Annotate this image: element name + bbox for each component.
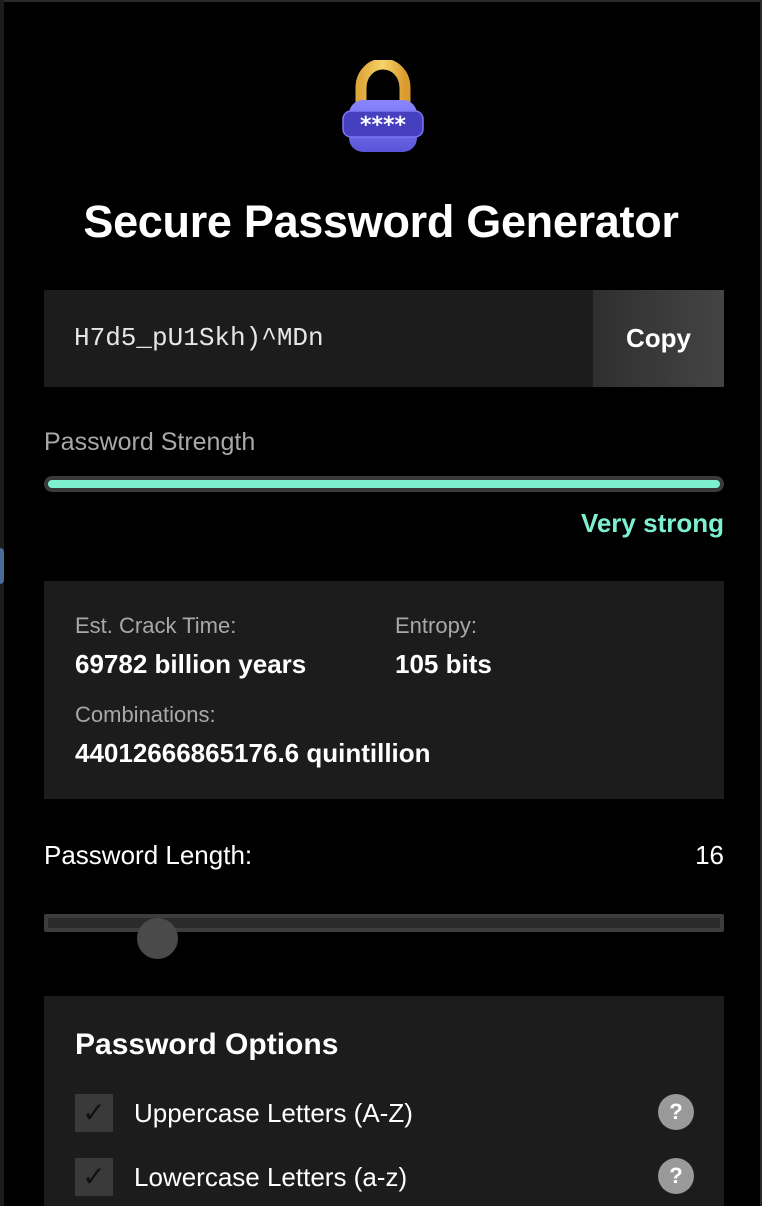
option-uppercase[interactable]: ✓ Uppercase Letters (A-Z) ?: [44, 1094, 724, 1138]
options-panel: Password Options ✓ Uppercase Letters (A-…: [44, 996, 724, 1206]
length-value: 16: [695, 840, 724, 870]
entropy-value: 105 bits: [395, 649, 492, 679]
uppercase-label[interactable]: Uppercase Letters (A-Z): [134, 1096, 413, 1130]
password-value[interactable]: H7d5_pU1Skh)^MDn: [74, 290, 324, 387]
stats-panel: Est. Crack Time: 69782 billion years Ent…: [44, 581, 724, 799]
options-title: Password Options: [75, 1028, 339, 1061]
app-window: **** Secure Password Generator H7d5_pU1S…: [0, 0, 762, 1206]
uppercase-help-icon[interactable]: ?: [658, 1094, 694, 1130]
window-left-edge: [0, 0, 4, 1206]
length-slider-thumb[interactable]: [137, 918, 178, 959]
background-window-sliver: [0, 548, 4, 584]
crack-time-value: 69782 billion years: [75, 649, 307, 679]
entropy-label: Entropy:: [395, 613, 477, 638]
lock-badge-text: ****: [360, 113, 407, 138]
checkmark-icon: ✓: [82, 1097, 106, 1128]
combinations-label: Combinations:: [75, 702, 216, 727]
lowercase-checkbox[interactable]: ✓: [75, 1158, 113, 1196]
crack-time-label: Est. Crack Time:: [75, 613, 237, 638]
length-label: Password Length:: [44, 840, 253, 870]
password-display: H7d5_pU1Skh)^MDn Copy: [44, 290, 724, 387]
lowercase-help-icon[interactable]: ?: [658, 1158, 694, 1194]
uppercase-checkbox[interactable]: ✓: [75, 1094, 113, 1132]
strength-meter: [44, 476, 724, 492]
lowercase-label[interactable]: Lowercase Letters (a-z): [134, 1160, 407, 1194]
page-title: Secure Password Generator: [83, 196, 679, 247]
copy-button[interactable]: Copy: [593, 290, 724, 387]
option-lowercase[interactable]: ✓ Lowercase Letters (a-z) ?: [44, 1158, 724, 1202]
lock-icon: ****: [341, 58, 425, 156]
strength-label: Password Strength: [44, 428, 256, 456]
window-top-edge: [0, 0, 762, 2]
combinations-value: 44012666865176.6 quintillion: [75, 738, 431, 768]
strength-level-text: Very strong: [580, 508, 724, 538]
checkmark-icon: ✓: [82, 1161, 106, 1192]
strength-meter-fill: [48, 480, 720, 488]
